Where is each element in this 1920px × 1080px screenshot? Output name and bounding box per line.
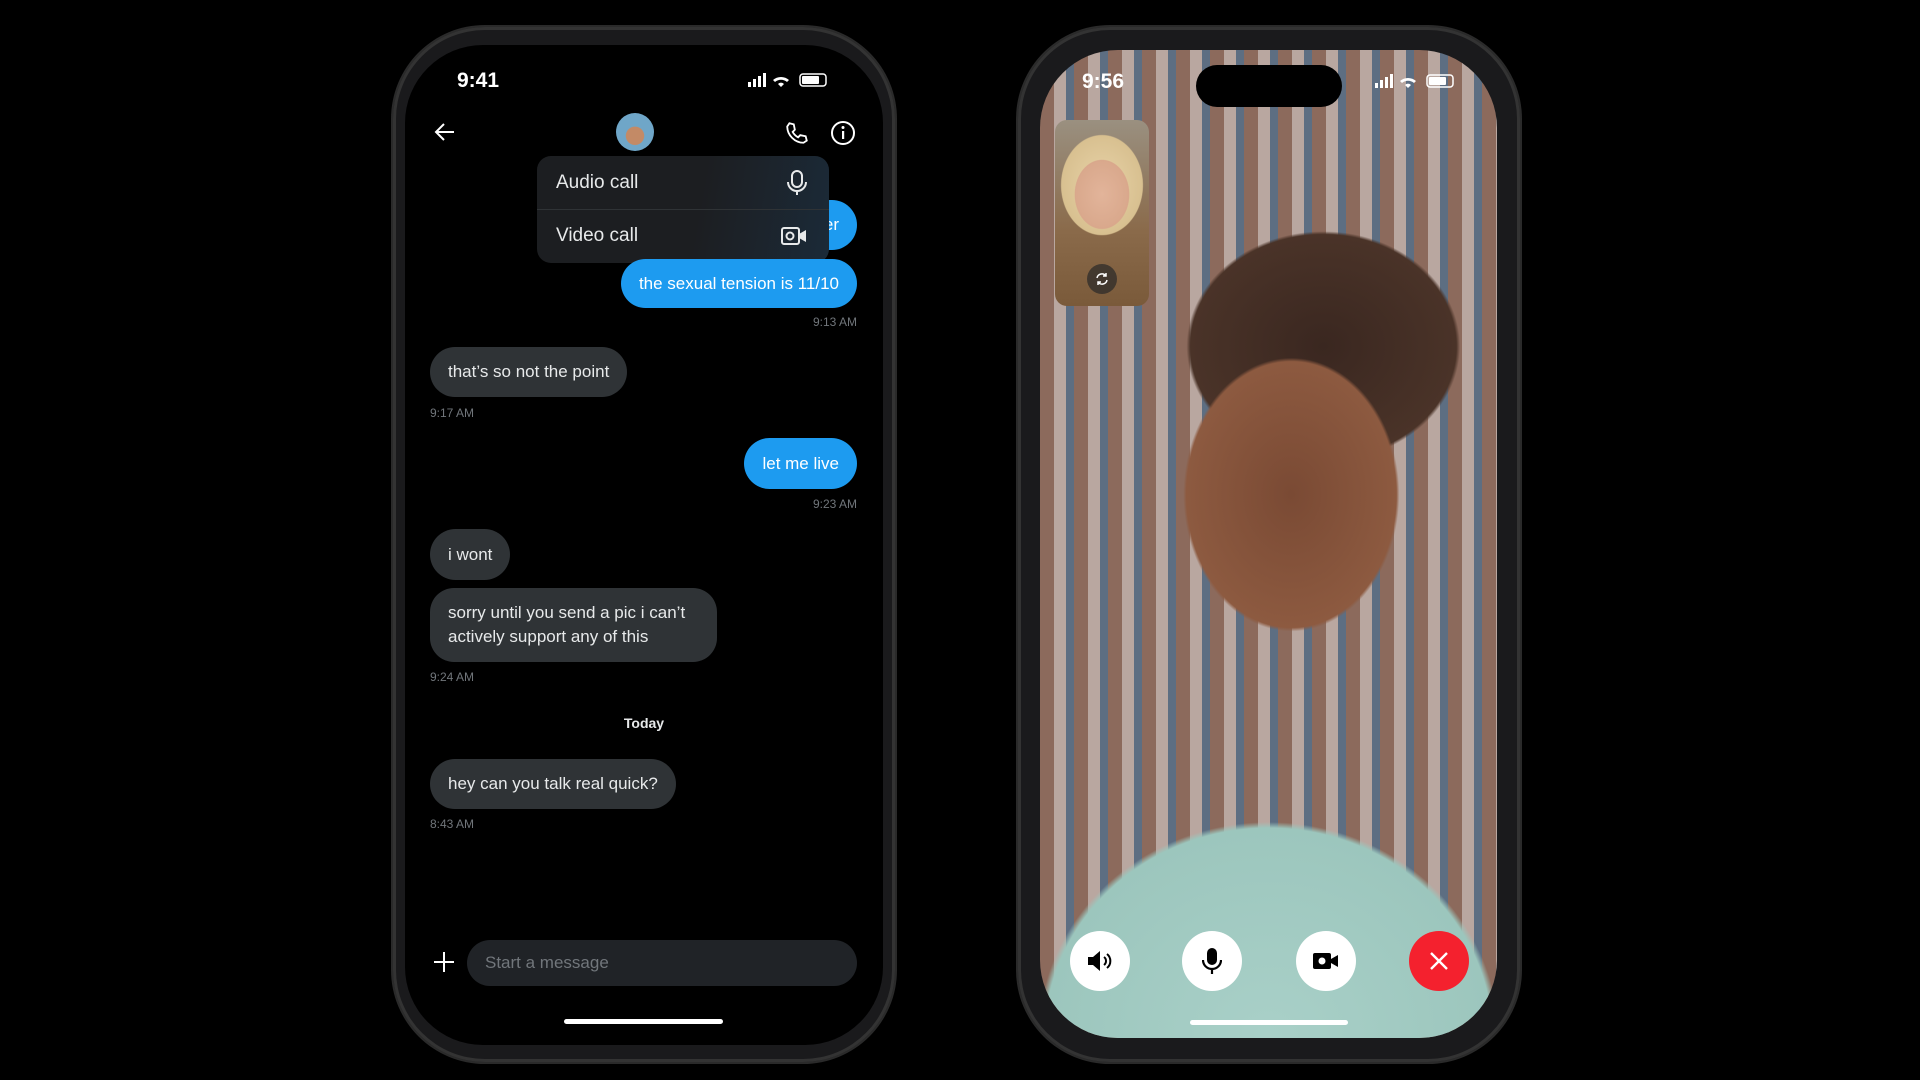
date-divider: Today — [623, 715, 665, 731]
menu-item-audio-call[interactable]: Audio call — [537, 156, 829, 209]
microphone-icon — [1202, 948, 1222, 974]
call-menu: Audio call Video call — [537, 156, 829, 263]
dynamic-island — [1196, 65, 1342, 107]
mute-button[interactable] — [1182, 931, 1242, 991]
message-timestamp: 8:43 AM — [430, 817, 475, 831]
contact-avatar[interactable] — [616, 113, 654, 151]
menu-item-video-call[interactable]: Video call — [537, 209, 829, 262]
message-bubble[interactable]: let me live — [744, 438, 857, 489]
message-timestamp: 9:24 AM — [430, 670, 475, 684]
home-indicator[interactable] — [1190, 1020, 1348, 1025]
end-call-button[interactable] — [1409, 931, 1469, 991]
flip-camera-button[interactable] — [1087, 264, 1117, 294]
message-timestamp: 9:13 AM — [812, 315, 857, 329]
message-input[interactable]: Start a message — [467, 940, 857, 986]
speaker-icon — [1088, 951, 1112, 971]
message-bubble[interactable]: i wont — [430, 529, 511, 580]
status-icons — [748, 73, 827, 87]
back-arrow-icon[interactable] — [433, 120, 457, 144]
speaker-button[interactable] — [1070, 931, 1130, 991]
status-time: 9:41 — [457, 69, 500, 92]
self-video-preview[interactable] — [1055, 120, 1149, 306]
home-indicator[interactable] — [564, 1019, 723, 1024]
camera-toggle-button[interactable] — [1296, 931, 1356, 991]
flip-camera-icon — [1096, 273, 1108, 285]
message-timestamp: 9:17 AM — [430, 406, 475, 420]
video-camera-icon — [1313, 953, 1338, 969]
microphone-icon — [787, 169, 807, 195]
chat-screen: 9:41 er Audio call Video call the sexual… — [405, 45, 883, 1045]
status-time: 9:56 — [1082, 70, 1125, 93]
message-bubble[interactable]: hey can you talk real quick? — [430, 759, 676, 809]
status-icons — [1375, 74, 1454, 88]
video-camera-icon — [781, 227, 806, 245]
info-icon[interactable] — [830, 120, 856, 146]
message-bubble[interactable]: sorry until you send a pic i can’t activ… — [430, 588, 717, 662]
message-timestamp: 9:23 AM — [812, 497, 857, 511]
video-call-screen: 9:56 — [1040, 50, 1497, 1038]
add-attachment-icon[interactable] — [433, 951, 455, 973]
message-bubble[interactable]: that’s so not the point — [430, 347, 628, 397]
phone-call-icon[interactable] — [784, 120, 810, 146]
end-call-icon — [1430, 952, 1448, 970]
message-bubble[interactable]: the sexual tension is 11/10 — [620, 259, 857, 308]
